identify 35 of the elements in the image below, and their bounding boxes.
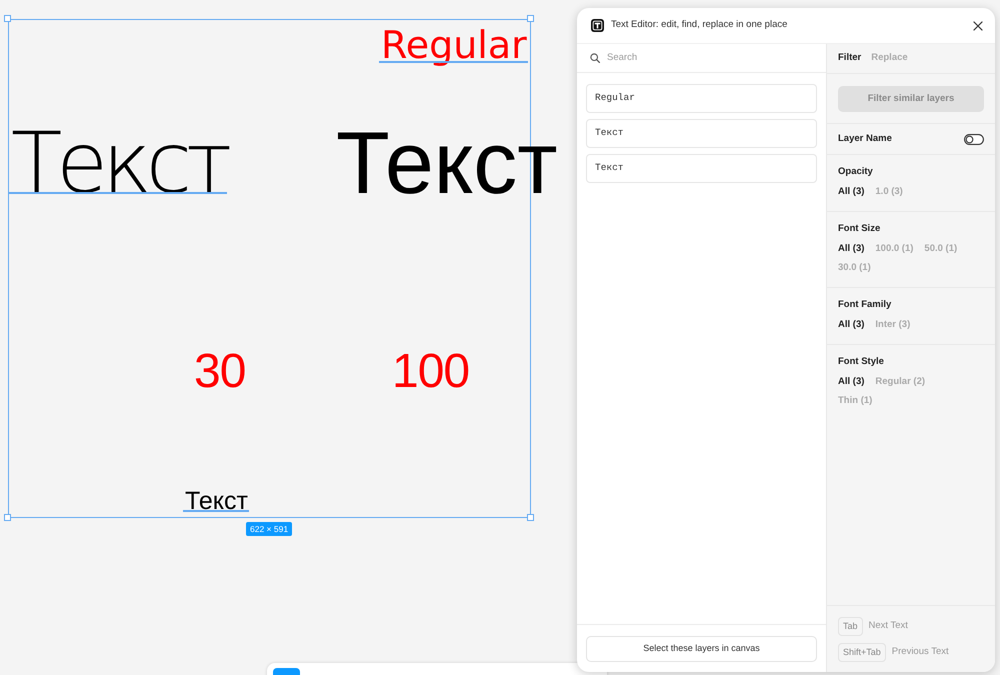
layer-item[interactable]: Текст	[586, 154, 817, 183]
search-icon	[590, 53, 600, 63]
layer-item[interactable]: Текст	[586, 119, 817, 148]
layer-item[interactable]: Regular	[586, 84, 817, 113]
select-layers-button[interactable]: Select these layers in canvas	[586, 636, 817, 662]
panel-title: Text Editor: edit, find, replace in one place	[611, 18, 788, 32]
canvas-text: 30	[194, 348, 246, 396]
tab[interactable]: Filter	[838, 51, 862, 66]
shortcut-label: Next Text	[868, 619, 908, 634]
resize-handle[interactable]	[4, 514, 11, 521]
canvas-text: Regular	[381, 26, 527, 64]
resize-handle[interactable]	[527, 514, 534, 521]
shortcut-label: Previous Text	[892, 645, 949, 660]
filter-option[interactable]: All (3)	[838, 318, 864, 332]
close-button[interactable]	[973, 20, 983, 30]
filter-title: Opacity	[838, 165, 874, 180]
canvas-text: 100	[392, 348, 470, 396]
filter-title: Font Family	[838, 298, 892, 312]
filter-option[interactable]: All (3)	[838, 375, 864, 390]
filter-title: Font Style	[838, 355, 885, 370]
filter-option[interactable]: All (3)	[838, 185, 864, 200]
key-hint: Shift+Tab	[838, 643, 886, 662]
layer-name-label: Layer Name	[838, 132, 892, 146]
close-icon	[973, 20, 983, 30]
filter-option[interactable]: All (3)	[838, 242, 864, 256]
size-label: 622 × 591	[246, 522, 292, 536]
layer-name-toggle[interactable]	[964, 134, 984, 145]
app-logo-icon	[591, 19, 604, 32]
search-field[interactable]: Search	[607, 50, 807, 66]
canvas-text: Текст	[11, 120, 226, 205]
key-hint: Tab	[838, 617, 863, 636]
resize-handle[interactable]	[4, 15, 11, 22]
filter-title: Font Size	[838, 222, 882, 236]
canvas-text: Текст	[185, 488, 248, 514]
resize-handle[interactable]	[527, 15, 534, 22]
